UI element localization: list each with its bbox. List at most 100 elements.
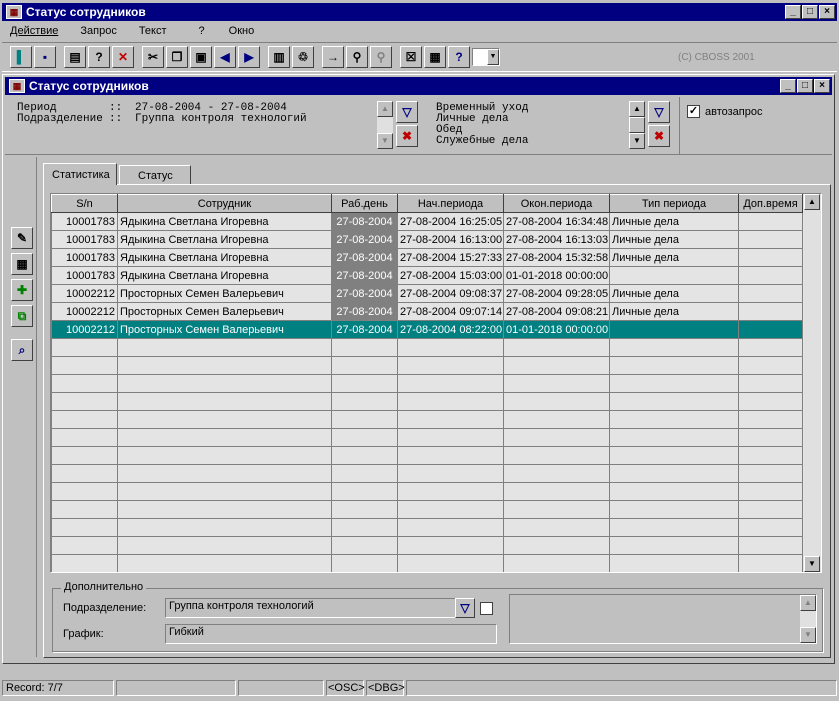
table-cell[interactable] — [609, 446, 739, 465]
table-cell[interactable] — [503, 464, 610, 483]
table-row-empty[interactable] — [51, 554, 803, 572]
table-cell[interactable] — [738, 230, 803, 249]
table-cell[interactable]: 27-08-2004 — [331, 266, 398, 285]
table-row-empty[interactable] — [51, 536, 803, 555]
table-cell[interactable]: 27-08-2004 08:22:00 — [397, 320, 504, 339]
table-cell[interactable]: 27-08-2004 — [331, 212, 398, 231]
table-cell[interactable] — [51, 338, 118, 357]
table-cell[interactable] — [397, 374, 504, 393]
table-cell[interactable]: 27-08-2004 09:08:21 — [503, 302, 610, 321]
table-cell[interactable] — [609, 482, 739, 501]
table-cell[interactable] — [331, 554, 398, 572]
table-cell[interactable]: 27-08-2004 09:08:37 — [397, 284, 504, 303]
table-cell[interactable] — [397, 482, 504, 501]
table-cell[interactable] — [397, 410, 504, 429]
table-cell[interactable]: Ядыкина Светлана Игоревна — [117, 230, 332, 249]
table-row[interactable]: 10002212 Просторных Семен Валерьевич 27-08… — [51, 302, 803, 321]
table-cell[interactable] — [397, 464, 504, 483]
tab-status[interactable]: Статус — [119, 165, 191, 185]
table-row-empty[interactable] — [51, 446, 803, 465]
grid-scrollbar[interactable]: ▲ ▼ — [804, 194, 821, 572]
table-cell[interactable] — [397, 518, 504, 537]
query-cancel-icon[interactable]: ✕ — [112, 46, 134, 68]
menu-text[interactable]: Текст — [133, 25, 183, 37]
column-header[interactable]: Окон.периода — [503, 194, 610, 213]
table-cell[interactable]: Просторных Семен Валерьевич — [117, 284, 332, 303]
column-header[interactable]: Сотрудник — [117, 194, 332, 213]
table-cell[interactable] — [117, 536, 332, 555]
report-icon[interactable]: ▦ — [424, 46, 446, 68]
table-cell[interactable] — [397, 392, 504, 411]
window-close-icon[interactable]: ☒ — [400, 46, 422, 68]
table-cell[interactable]: 27-08-2004 09:28:05 — [503, 284, 610, 303]
table-cell[interactable]: 27-08-2004 16:34:48 — [503, 212, 610, 231]
table-cell[interactable]: 10001783 — [51, 230, 118, 249]
minimize-button[interactable]: _ — [785, 5, 801, 19]
goto-icon[interactable]: → — [322, 46, 344, 68]
table-cell[interactable] — [117, 410, 332, 429]
table-cell[interactable] — [609, 518, 739, 537]
table-cell[interactable] — [609, 464, 739, 483]
close-button[interactable]: × — [819, 5, 835, 19]
table-cell[interactable] — [609, 356, 739, 375]
table-cell[interactable]: Личные дела — [609, 230, 739, 249]
autorequest-checkbox[interactable]: ✓ — [687, 105, 700, 118]
column-header[interactable]: Доп.время — [738, 194, 803, 213]
table-cell[interactable] — [609, 374, 739, 393]
query-icon[interactable]: ▤ — [64, 46, 86, 68]
table-cell[interactable] — [503, 554, 610, 572]
table-cell[interactable] — [117, 554, 332, 572]
find-disabled-icon[interactable]: ⚲ — [370, 46, 392, 68]
table-cell[interactable] — [331, 392, 398, 411]
table-cell[interactable] — [51, 536, 118, 555]
delete-icon[interactable]: ♲ — [292, 46, 314, 68]
table-cell[interactable] — [738, 302, 803, 321]
table-cell[interactable]: 27-08-2004 15:32:58 — [503, 248, 610, 267]
help-icon[interactable]: ? — [448, 46, 470, 68]
table-cell[interactable] — [397, 554, 504, 572]
table-row-empty[interactable] — [51, 500, 803, 519]
table-cell[interactable] — [503, 482, 610, 501]
cut-icon[interactable]: ✂ — [142, 46, 164, 68]
table-cell[interactable]: 27-08-2004 16:13:00 — [397, 230, 504, 249]
table-cell[interactable] — [51, 410, 118, 429]
period-field[interactable]: Период:: 27-08-2004 - 27-08-2004 Подразде… — [15, 101, 375, 147]
inner-close-button[interactable]: × — [814, 79, 830, 93]
table-cell[interactable] — [117, 446, 332, 465]
edit-record-icon[interactable]: ✎ — [11, 227, 33, 249]
table-cell[interactable] — [51, 554, 118, 572]
table-cell[interactable] — [331, 410, 398, 429]
calculator-icon[interactable]: ▦ — [11, 253, 33, 275]
table-cell[interactable] — [738, 320, 803, 339]
table-row[interactable]: 10002212 Просторных Семен Валерьевич 27-08… — [51, 320, 803, 339]
clear-icon[interactable]: ▥ — [268, 46, 290, 68]
notes-scrollbar[interactable]: ▲ ▼ — [800, 595, 816, 643]
table-cell[interactable] — [331, 536, 398, 555]
menu-window[interactable]: Окно — [221, 25, 271, 37]
table-cell[interactable] — [51, 392, 118, 411]
table-cell[interactable]: 10001783 — [51, 266, 118, 285]
table-cell[interactable]: 27-08-2004 — [331, 230, 398, 249]
table-cell[interactable] — [397, 338, 504, 357]
period-filter-icon[interactable]: ▽ — [396, 101, 418, 123]
table-cell[interactable] — [738, 500, 803, 519]
table-cell[interactable] — [609, 320, 739, 339]
table-cell[interactable]: Личные дела — [609, 248, 739, 267]
save-icon[interactable]: ▪ — [34, 46, 56, 68]
table-cell[interactable] — [117, 356, 332, 375]
table-cell[interactable] — [397, 536, 504, 555]
table-cell[interactable] — [738, 410, 803, 429]
table-cell[interactable] — [397, 428, 504, 447]
next-record-icon[interactable]: ▶ — [238, 46, 260, 68]
table-cell[interactable] — [397, 356, 504, 375]
table-cell[interactable]: 27-08-2004 — [331, 284, 398, 303]
additional-division-checkbox[interactable] — [480, 602, 493, 615]
table-cell[interactable]: 27-08-2004 16:25:05 — [397, 212, 504, 231]
query-edit-icon[interactable]: ? — [88, 46, 110, 68]
table-cell[interactable] — [331, 500, 398, 519]
table-cell[interactable] — [503, 410, 610, 429]
table-cell[interactable] — [117, 374, 332, 393]
table-row-empty[interactable] — [51, 464, 803, 483]
table-cell[interactable]: Личные дела — [609, 284, 739, 303]
column-header[interactable]: Нач.периода — [397, 194, 504, 213]
